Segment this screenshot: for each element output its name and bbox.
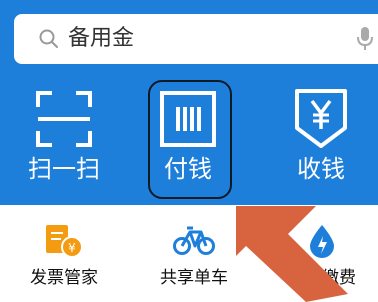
pay-highlight-outline xyxy=(148,80,232,199)
collect-button[interactable]: 收钱 xyxy=(271,84,371,184)
service-bill-label: 生活缴费 xyxy=(288,268,356,288)
scan-label: 扫一扫 xyxy=(28,155,100,183)
search-icon xyxy=(39,29,58,48)
microphone-icon[interactable] xyxy=(356,26,374,52)
service-bill[interactable]: 生活缴费 xyxy=(257,221,378,289)
yen-receive-icon xyxy=(295,89,347,148)
service-invoice[interactable]: ¥ 发票管家 xyxy=(0,221,129,289)
svg-text:¥: ¥ xyxy=(68,241,76,255)
service-bike[interactable]: 共享单车 xyxy=(129,221,259,289)
search-bar[interactable]: 备用金 xyxy=(14,14,378,64)
top-banner: 备用金 扫一扫 付钱 收钱 xyxy=(0,0,378,205)
search-input[interactable]: 备用金 xyxy=(68,25,134,53)
service-invoice-label: 发票管家 xyxy=(30,268,98,288)
water-drop-icon xyxy=(310,225,334,258)
bicycle-icon xyxy=(173,226,215,255)
collect-label: 收钱 xyxy=(297,155,345,183)
service-row: ¥ 发票管家 共享单车 生活缴费 xyxy=(0,205,378,302)
scan-icon xyxy=(36,91,92,147)
scan-button[interactable]: 扫一扫 xyxy=(14,84,114,184)
invoice-icon: ¥ xyxy=(46,225,83,258)
service-bike-label: 共享单车 xyxy=(160,268,228,288)
